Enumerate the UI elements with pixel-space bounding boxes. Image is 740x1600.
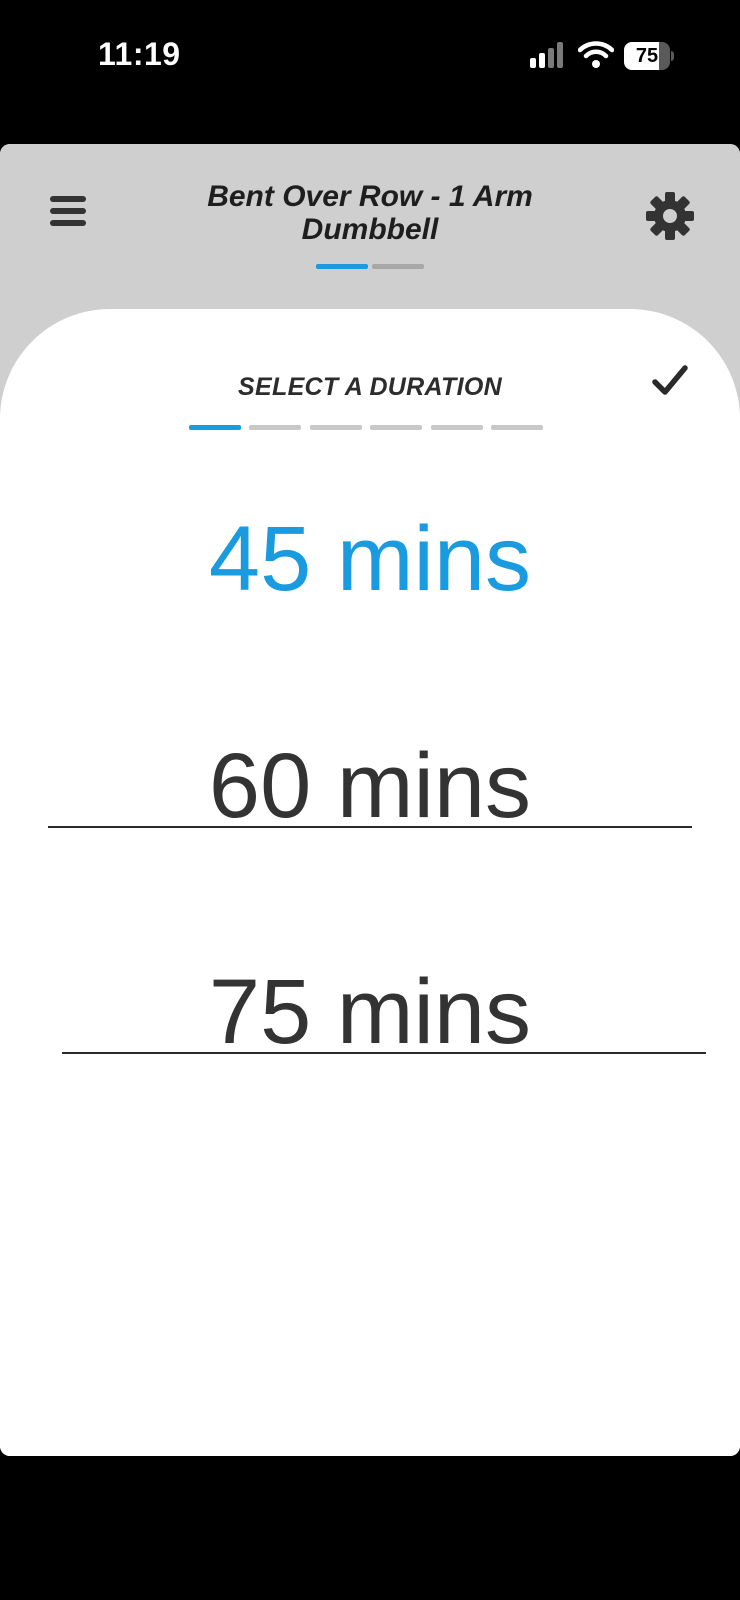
step-indicator — [249, 425, 302, 430]
exercise-title: Bent Over Row - 1 Arm Dumbbell — [207, 180, 533, 246]
status-bar: 11:19 75 — [0, 0, 740, 110]
status-time: 11:19 — [98, 36, 181, 72]
battery-indicator: 75 — [624, 42, 674, 70]
page-indicator — [316, 264, 368, 269]
duration-option-60[interactable]: 60 mins — [120, 721, 620, 851]
menu-bar-middle — [50, 208, 86, 214]
page-indicator — [372, 264, 424, 269]
step-indicator — [370, 425, 423, 430]
duration-option-75[interactable]: 75 mins — [120, 947, 620, 1077]
duration-option-45[interactable]: 45 mins — [120, 494, 620, 624]
step-indicator — [430, 425, 483, 430]
battery-level: 75 — [635, 45, 659, 67]
phone-screen: 11:19 75 Bent Over Row - 1 Arm Dumbbell … — [0, 0, 740, 1600]
battery-icon: 75 — [624, 42, 670, 70]
step-indicator — [491, 425, 543, 430]
hamburger-menu-icon[interactable] — [46, 190, 94, 232]
gear-icon[interactable] — [644, 190, 696, 242]
battery-tip — [671, 51, 674, 61]
menu-bar-top — [50, 196, 86, 202]
step-indicator — [189, 425, 241, 430]
app-card: Bent Over Row - 1 Arm Dumbbell SELECT A … — [0, 144, 740, 1456]
picker-title: SELECT A DURATION — [238, 373, 502, 401]
checkmark-icon[interactable] — [646, 357, 694, 405]
cellular-signal-icon — [530, 42, 563, 68]
wifi-icon — [578, 41, 614, 68]
step-indicators — [189, 425, 543, 430]
step-indicator — [309, 425, 362, 430]
menu-bar-bottom — [50, 220, 86, 226]
page-indicators — [316, 264, 424, 269]
duration-picker-sheet: SELECT A DURATION 45 mins 60 mins 75 min… — [0, 309, 740, 1456]
